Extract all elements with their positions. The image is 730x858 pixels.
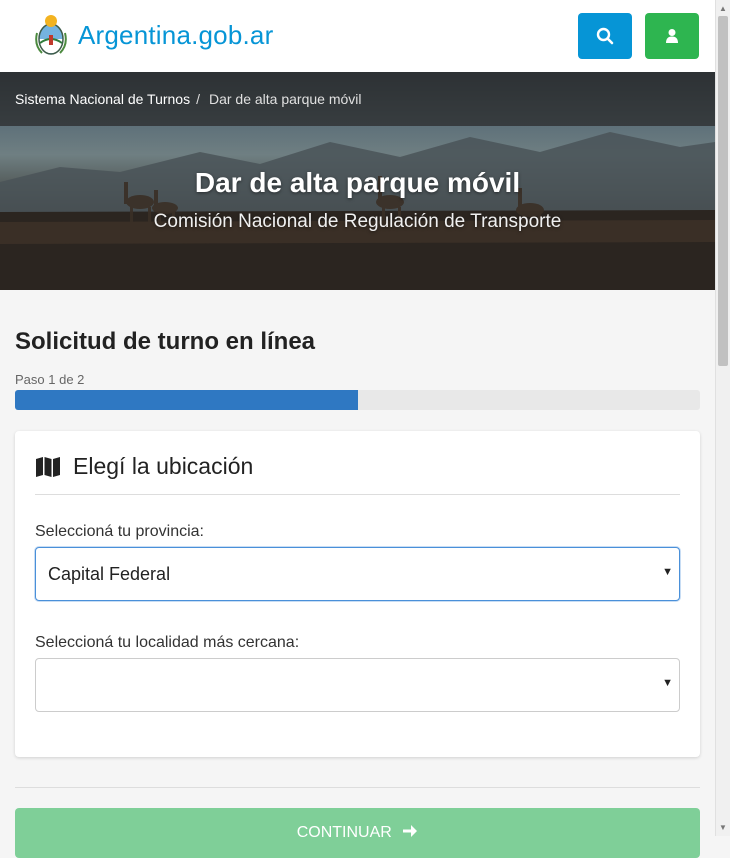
locality-select[interactable]: ▼ xyxy=(35,658,680,712)
scrollbar-thumb[interactable] xyxy=(718,16,728,366)
search-button[interactable] xyxy=(578,13,632,59)
province-label: Seleccioná tu provincia: xyxy=(35,523,204,540)
panel-header: Elegí la ubicación xyxy=(35,453,253,480)
form-title: Solicitud de turno en línea xyxy=(15,328,316,355)
site-name[interactable]: Argentina.gob.ar xyxy=(78,20,273,51)
continue-button-label: CONTINUAR xyxy=(296,824,392,841)
step-indicator: Paso 1 de 2 xyxy=(15,372,85,387)
coat-of-arms-icon xyxy=(35,15,67,55)
progress-bar-fill xyxy=(15,390,358,410)
page-title: Dar de alta parque móvil xyxy=(194,167,521,198)
page-subtitle: Comisión Nacional de Regulación de Trans… xyxy=(153,211,562,232)
breadcrumb: Sistema Nacional de Turnos / Dar de alta… xyxy=(0,72,715,126)
site-logo[interactable]: Argentina.gob.ar xyxy=(34,11,273,59)
panel-divider xyxy=(35,494,680,495)
province-select[interactable]: Capital Federal ▼ xyxy=(35,547,680,601)
page-scrollbar[interactable]: ▲ ▼ xyxy=(715,0,730,836)
continue-button[interactable]: CONTINUAR xyxy=(15,808,700,858)
map-icon xyxy=(36,456,60,477)
scroll-down-icon[interactable]: ▼ xyxy=(719,823,727,832)
province-select-value: Capital Federal xyxy=(48,564,171,584)
chevron-down-icon: ▼ xyxy=(662,566,673,578)
main-content: Solicitud de turno en línea Paso 1 de 2 … xyxy=(0,290,715,858)
chevron-down-icon: ▼ xyxy=(662,677,673,689)
scroll-up-icon[interactable]: ▲ xyxy=(719,4,727,13)
panel-title: Elegí la ubicación xyxy=(73,453,254,479)
user-button[interactable] xyxy=(645,13,699,59)
hero-banner: Sistema Nacional de Turnos / Dar de alta… xyxy=(0,72,715,290)
breadcrumb-separator: / xyxy=(196,91,200,107)
breadcrumb-link-home[interactable]: Sistema Nacional de Turnos xyxy=(15,91,190,107)
user-icon xyxy=(666,29,678,43)
progress-bar xyxy=(15,390,700,410)
location-panel: Elegí la ubicación Seleccioná tu provinc… xyxy=(15,431,700,757)
breadcrumb-current: Dar de alta parque móvil xyxy=(208,91,362,107)
search-icon xyxy=(596,27,614,45)
site-header: Argentina.gob.ar xyxy=(0,0,715,73)
locality-label: Seleccioná tu localidad más cercana: xyxy=(35,634,300,651)
section-divider xyxy=(15,787,700,788)
